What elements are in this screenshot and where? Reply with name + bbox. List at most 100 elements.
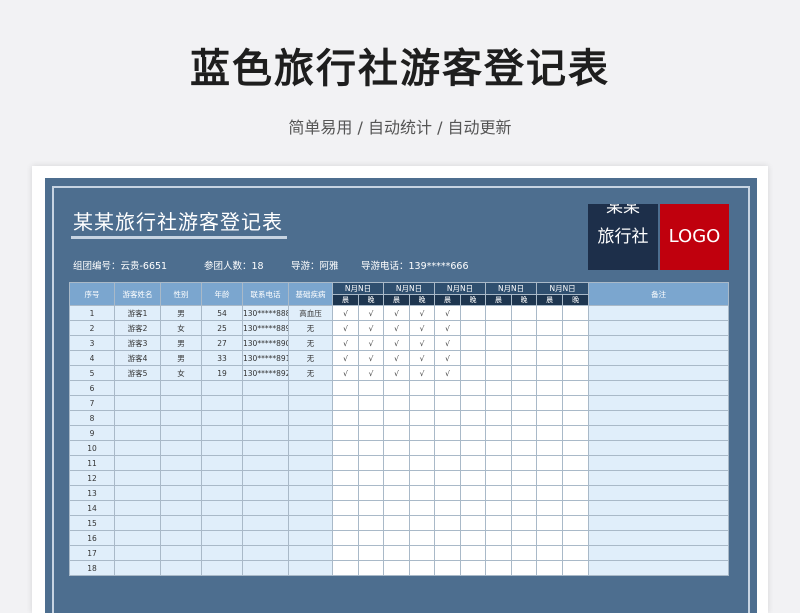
cell-seq[interactable]: 5 <box>69 365 115 381</box>
cell-disease[interactable] <box>288 470 333 486</box>
cell-age[interactable] <box>201 515 243 531</box>
table-row[interactable]: 10 <box>69 440 730 456</box>
cell-disease[interactable] <box>288 560 333 576</box>
cell-remark[interactable] <box>588 530 730 546</box>
cell-check[interactable] <box>536 320 564 336</box>
cell-check[interactable] <box>409 500 436 516</box>
cell-check[interactable] <box>332 545 359 561</box>
cell-age[interactable] <box>201 560 243 576</box>
cell-check[interactable] <box>562 380 590 396</box>
cell-check[interactable] <box>460 425 487 441</box>
cell-age[interactable]: 19 <box>201 365 243 381</box>
cell-check[interactable] <box>460 305 487 321</box>
cell-remark[interactable] <box>588 380 730 396</box>
cell-remark[interactable] <box>588 485 730 501</box>
cell-check[interactable] <box>511 455 538 471</box>
cell-name[interactable]: 游客5 <box>114 365 161 381</box>
cell-check[interactable] <box>511 320 538 336</box>
cell-seq[interactable]: 18 <box>69 560 115 576</box>
cell-remark[interactable] <box>588 500 730 516</box>
cell-check[interactable] <box>536 470 564 486</box>
cell-check[interactable] <box>485 425 513 441</box>
cell-check[interactable] <box>434 515 462 531</box>
cell-check[interactable] <box>332 455 359 471</box>
cell-seq[interactable]: 13 <box>69 485 115 501</box>
cell-check[interactable] <box>332 500 359 516</box>
cell-phone[interactable] <box>242 530 289 546</box>
cell-phone[interactable] <box>242 455 289 471</box>
cell-seq[interactable]: 7 <box>69 395 115 411</box>
cell-seq[interactable]: 17 <box>69 545 115 561</box>
cell-name[interactable] <box>114 395 161 411</box>
cell-check[interactable] <box>485 545 513 561</box>
cell-remark[interactable] <box>588 365 730 381</box>
cell-check[interactable] <box>409 440 436 456</box>
cell-check[interactable] <box>562 500 590 516</box>
table-row[interactable]: 9 <box>69 425 730 441</box>
cell-check[interactable] <box>460 365 487 381</box>
cell-check[interactable] <box>434 560 462 576</box>
cell-phone[interactable] <box>242 515 289 531</box>
cell-check[interactable] <box>434 425 462 441</box>
cell-check[interactable] <box>357 515 385 531</box>
cell-age[interactable]: 27 <box>201 335 243 351</box>
cell-check[interactable] <box>434 545 462 561</box>
cell-check[interactable] <box>434 455 462 471</box>
cell-check[interactable] <box>332 485 359 501</box>
cell-age[interactable] <box>201 500 243 516</box>
cell-name[interactable]: 游客2 <box>114 320 161 336</box>
cell-gender[interactable] <box>160 440 202 456</box>
cell-check[interactable] <box>562 305 590 321</box>
cell-check[interactable] <box>460 320 487 336</box>
cell-gender[interactable] <box>160 395 202 411</box>
cell-gender[interactable] <box>160 470 202 486</box>
cell-check[interactable] <box>562 335 590 351</box>
cell-check[interactable] <box>485 515 513 531</box>
cell-remark[interactable] <box>588 515 730 531</box>
cell-gender[interactable] <box>160 380 202 396</box>
cell-phone[interactable] <box>242 485 289 501</box>
cell-age[interactable] <box>201 545 243 561</box>
cell-gender[interactable] <box>160 500 202 516</box>
cell-disease[interactable]: 高血压 <box>288 305 333 321</box>
cell-check[interactable] <box>485 530 513 546</box>
cell-check[interactable] <box>511 500 538 516</box>
cell-disease[interactable] <box>288 500 333 516</box>
cell-check[interactable] <box>383 425 411 441</box>
table-row[interactable]: 12 <box>69 470 730 486</box>
cell-check[interactable] <box>383 500 411 516</box>
cell-check[interactable]: √ <box>409 365 436 381</box>
cell-check[interactable] <box>332 560 359 576</box>
cell-disease[interactable]: 无 <box>288 335 333 351</box>
cell-remark[interactable] <box>588 320 730 336</box>
cell-seq[interactable]: 15 <box>69 515 115 531</box>
cell-age[interactable] <box>201 440 243 456</box>
cell-disease[interactable] <box>288 410 333 426</box>
cell-check[interactable]: √ <box>383 335 411 351</box>
cell-disease[interactable] <box>288 485 333 501</box>
cell-check[interactable] <box>562 395 590 411</box>
cell-check[interactable]: √ <box>332 305 359 321</box>
table-row[interactable]: 1 游客1 男 54 130*****888 高血压 √ √ √ √ √ <box>69 305 730 321</box>
cell-disease[interactable]: 无 <box>288 350 333 366</box>
cell-check[interactable] <box>562 485 590 501</box>
cell-remark[interactable] <box>588 440 730 456</box>
cell-check[interactable] <box>460 350 487 366</box>
cell-check[interactable]: √ <box>409 350 436 366</box>
cell-check[interactable] <box>460 455 487 471</box>
cell-seq[interactable]: 3 <box>69 335 115 351</box>
cell-check[interactable] <box>434 485 462 501</box>
cell-check[interactable]: √ <box>332 335 359 351</box>
cell-check[interactable] <box>485 320 513 336</box>
cell-check[interactable] <box>409 410 436 426</box>
table-row[interactable]: 16 <box>69 530 730 546</box>
cell-check[interactable] <box>383 380 411 396</box>
cell-remark[interactable] <box>588 545 730 561</box>
cell-check[interactable] <box>357 500 385 516</box>
cell-disease[interactable] <box>288 530 333 546</box>
table-row[interactable]: 7 <box>69 395 730 411</box>
cell-age[interactable] <box>201 395 243 411</box>
cell-check[interactable] <box>332 425 359 441</box>
cell-check[interactable] <box>536 530 564 546</box>
cell-check[interactable] <box>383 470 411 486</box>
